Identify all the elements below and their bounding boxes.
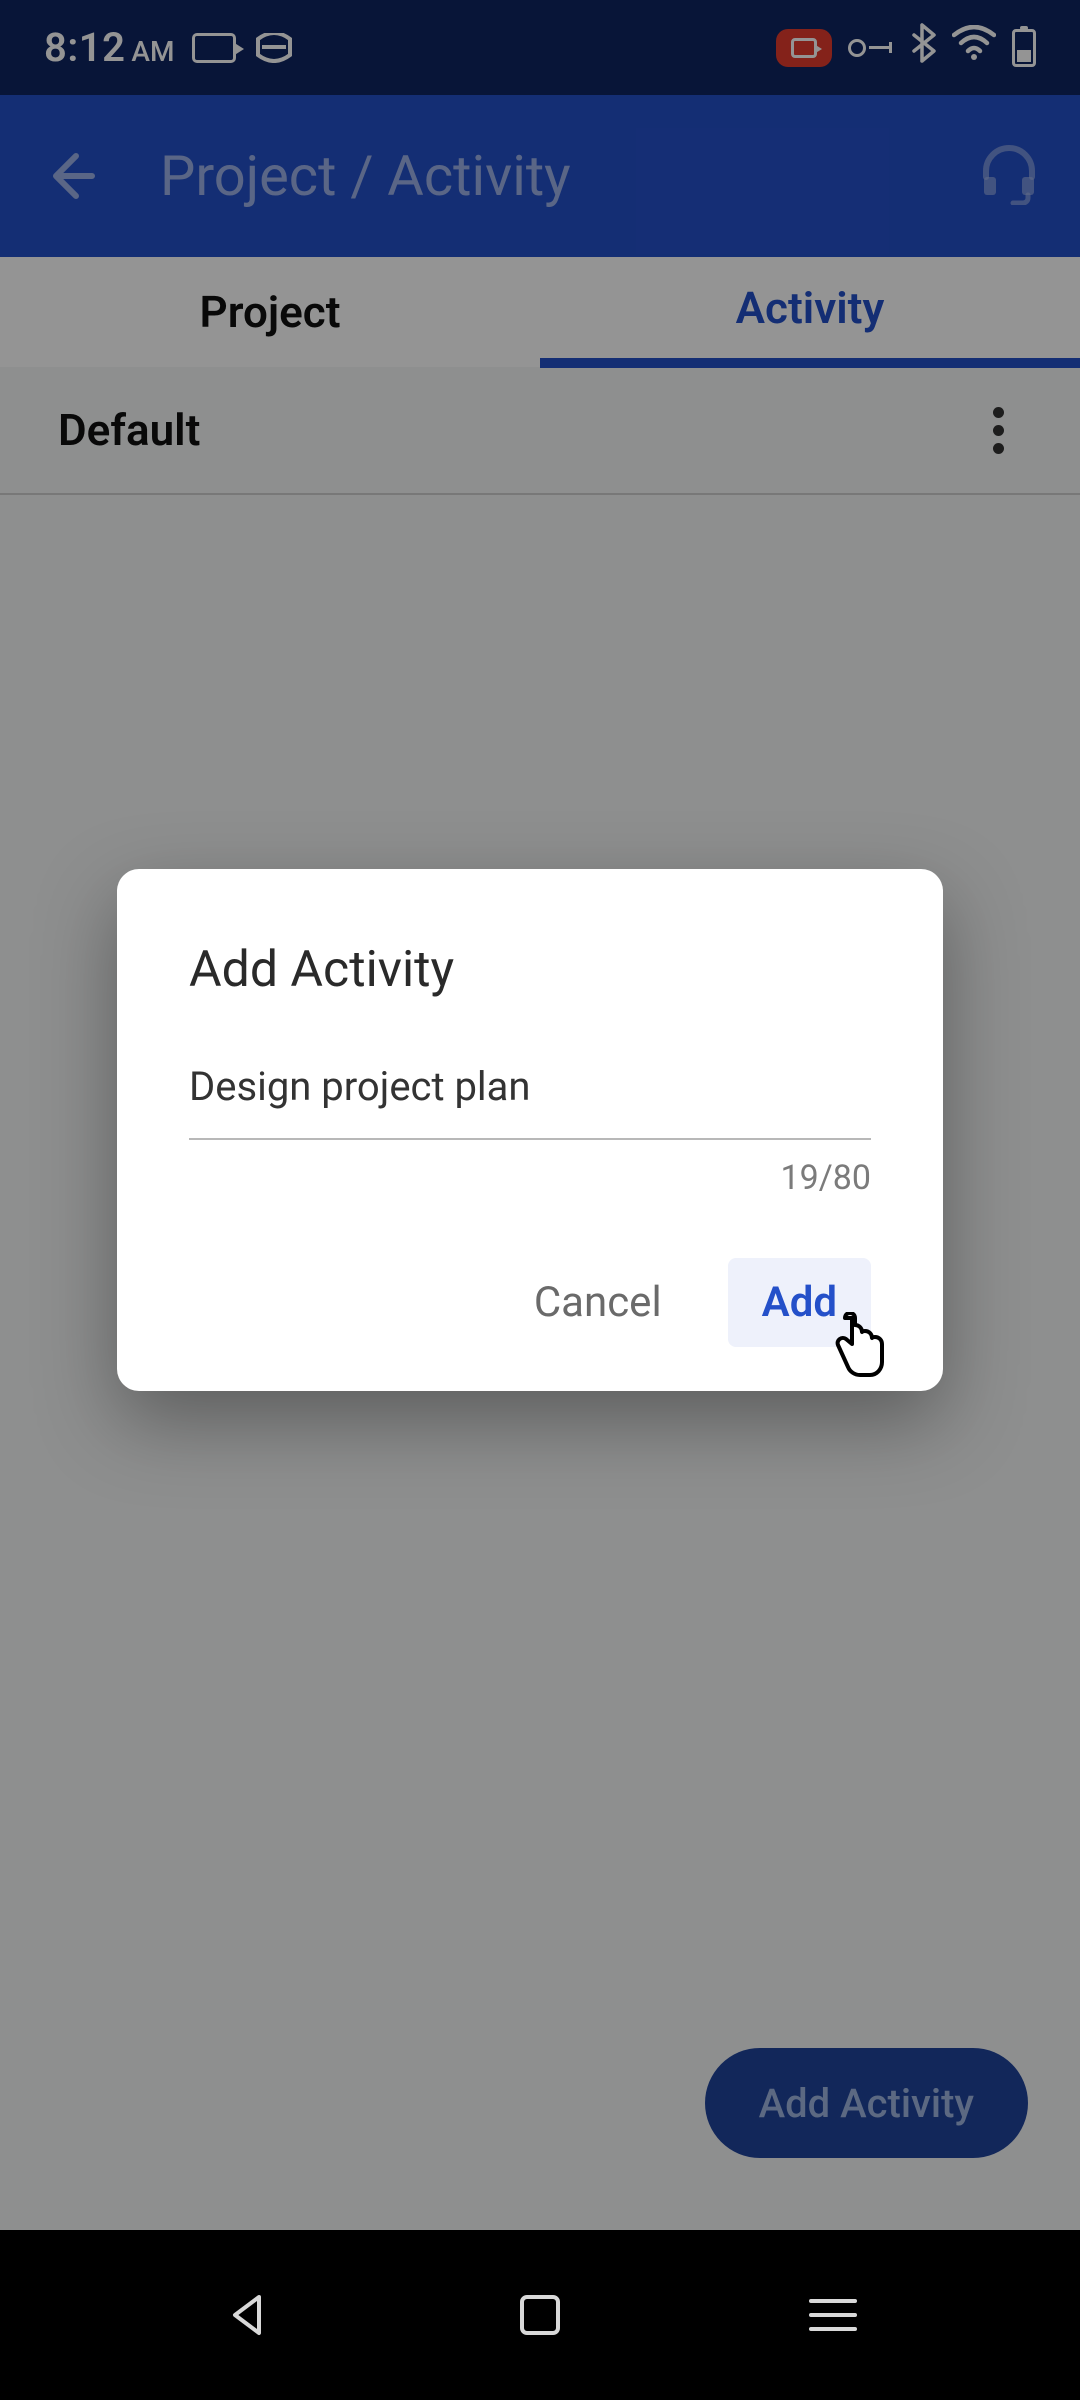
nav-home-icon	[520, 2295, 560, 2335]
dialog-title: Add Activity	[189, 941, 871, 999]
char-counter: 19/80	[189, 1158, 871, 1198]
nav-recents[interactable]	[805, 2287, 861, 2343]
cursor-pointer-icon	[830, 1312, 886, 1380]
nav-back-icon	[227, 2293, 267, 2337]
nav-recents-icon	[809, 2299, 857, 2331]
android-nav-bar	[0, 2230, 1080, 2400]
app-screen: 8:12 AM Project / Activity	[0, 0, 1080, 2400]
cancel-button[interactable]: Cancel	[524, 1258, 672, 1347]
add-activity-dialog: Add Activity 19/80 Cancel Add	[117, 869, 943, 1391]
activity-name-field-wrap	[189, 1057, 871, 1140]
nav-back[interactable]	[219, 2287, 275, 2343]
activity-name-input[interactable]	[189, 1057, 871, 1138]
dialog-actions: Cancel Add	[189, 1258, 871, 1347]
nav-home[interactable]	[512, 2287, 568, 2343]
